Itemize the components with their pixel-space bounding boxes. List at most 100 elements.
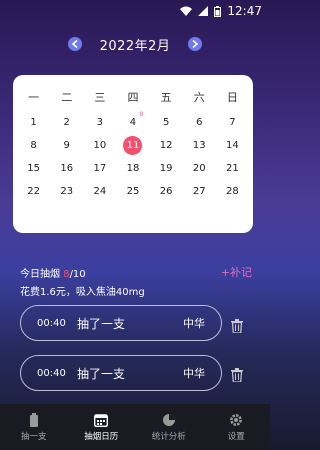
weekday-header: 二: [61, 91, 73, 104]
month-navigator: 2022年2月: [0, 33, 270, 55]
calendar-day[interactable]: 26: [150, 180, 183, 203]
day-number: 17: [93, 163, 107, 174]
bottom-tab-bar: 抽一支 抽烟日历 统计分析 设置: [0, 404, 270, 450]
calendar-card: 一 二 三 四 五 六 日 1 2 3 4 8 5 6 7 8 9 10 11 12 13 14 15 16 17…: [13, 75, 253, 233]
calendar-day[interactable]: 3: [83, 111, 116, 134]
calendar-day[interactable]: 13: [183, 134, 216, 157]
day-number: 18: [126, 163, 140, 174]
day-number: 22: [27, 186, 40, 197]
day-number: 10: [93, 140, 107, 151]
day-number: 3: [96, 117, 104, 128]
record-action: 抽了一支: [77, 366, 126, 381]
calendar-day[interactable]: 25: [116, 180, 149, 203]
calendar-day[interactable]: 11: [116, 134, 149, 157]
calendar-grid: 一 二 三 四 五 六 日 1 2 3 4 8 5 6 7 8 9 10 11 12 13 14 15 16 17…: [17, 83, 249, 203]
day-number: 15: [27, 163, 40, 174]
tab-label: 抽烟日历: [84, 431, 119, 442]
weekday-header: 一: [28, 91, 40, 104]
day-number: 28: [226, 186, 239, 197]
day-number: 8: [30, 140, 37, 151]
day-number: 24: [93, 186, 107, 197]
weekday-header: 日: [226, 91, 238, 104]
tab-smoke-calendar[interactable]: 抽烟日历: [68, 404, 136, 450]
day-number: 2: [63, 117, 70, 128]
calendar-day[interactable]: 23: [50, 180, 83, 203]
record-brand: 中华: [183, 367, 205, 380]
calendar-day[interactable]: 12: [150, 134, 183, 157]
calendar-day[interactable]: 1: [17, 111, 50, 134]
wifi-icon: [180, 6, 193, 16]
today-summary: 今日抽烟 8/10: [20, 265, 86, 280]
record-action: 抽了一支: [77, 316, 126, 331]
calendar-day[interactable]: 2: [50, 111, 83, 134]
tab-statistics[interactable]: 统计分析: [135, 404, 203, 450]
tab-label: 统计分析: [151, 431, 186, 442]
next-month-button[interactable]: [188, 37, 203, 51]
chevron-right-icon: [192, 40, 199, 48]
calendar-day[interactable]: 17: [83, 157, 116, 180]
prev-month-button[interactable]: [67, 37, 82, 51]
day-number: 27: [192, 186, 206, 197]
day-number: 23: [60, 186, 74, 197]
weekday-header: 三: [94, 91, 106, 104]
calendar-day[interactable]: 9: [50, 134, 83, 157]
trash-icon[interactable]: [231, 318, 243, 334]
record-item[interactable]: 00:40 抽了一支 中华: [20, 355, 222, 391]
calendar-day[interactable]: 20: [183, 157, 216, 180]
status-time: 12:47: [227, 4, 262, 18]
status-bar: 12:47: [0, 0, 270, 22]
day-number: 14: [226, 140, 239, 151]
tab-label: 设置: [227, 431, 245, 442]
month-title: 2022年2月: [99, 38, 171, 54]
trash-icon[interactable]: [231, 367, 243, 383]
battery-icon: [214, 5, 222, 17]
calendar-day[interactable]: 18: [116, 157, 149, 180]
calendar-day[interactable]: 27: [183, 180, 216, 203]
calendar-day[interactable]: 7: [216, 111, 249, 134]
record-brand: 中华: [183, 317, 205, 330]
calendar-day[interactable]: 48: [116, 111, 149, 134]
cost-summary: 花费1.6元，吸入焦油40mg: [20, 287, 145, 298]
day-number: 20: [192, 163, 206, 174]
record-item[interactable]: 00:40 抽了一支 中华: [20, 305, 222, 341]
day-number: 12: [159, 140, 173, 151]
day-number: 6: [196, 117, 203, 128]
calendar-day[interactable]: 22: [17, 180, 50, 203]
calendar-day[interactable]: 14: [216, 134, 249, 157]
calendar-day[interactable]: 28: [216, 180, 249, 203]
day-number: 4: [129, 117, 137, 128]
day-number: 19: [159, 163, 173, 174]
weekday-header: 六: [193, 91, 205, 104]
day-number: 21: [226, 163, 239, 174]
day-number: 5: [162, 117, 170, 128]
calendar-day[interactable]: 5: [150, 111, 183, 134]
calendar-day[interactable]: 16: [50, 157, 83, 180]
calendar-day[interactable]: 10: [83, 134, 116, 157]
signal-icon: [198, 6, 209, 16]
record-time: 00:40: [37, 367, 66, 379]
day-number: 9: [63, 140, 70, 151]
tab-settings[interactable]: 设置: [203, 404, 271, 450]
calendar-day[interactable]: 15: [17, 157, 50, 180]
calendar-day[interactable]: 8: [17, 134, 50, 157]
day-number: 7: [229, 117, 236, 128]
summary-prefix: 今日抽烟: [20, 269, 64, 280]
day-number: 1: [30, 117, 37, 128]
tab-smoke-one[interactable]: 抽一支: [0, 404, 68, 450]
cigarette-icon: [29, 412, 38, 427]
add-record-button[interactable]: +补记: [221, 264, 252, 280]
smoke-total: /10: [69, 269, 86, 280]
calendar-day[interactable]: 6: [183, 111, 216, 134]
gear-icon: [230, 413, 243, 426]
calendar-icon: [94, 413, 109, 427]
day-number: 16: [60, 163, 74, 174]
calendar-day[interactable]: 19: [150, 157, 183, 180]
day-number: 11: [123, 136, 143, 155]
calendar-day[interactable]: 24: [83, 180, 116, 203]
calendar-day[interactable]: 21: [216, 157, 249, 180]
tab-label: 抽一支: [20, 431, 47, 442]
weekday-header: 五: [160, 91, 172, 104]
day-number: 25: [126, 186, 140, 197]
chevron-left-icon: [71, 40, 78, 48]
day-number: 26: [159, 186, 173, 197]
